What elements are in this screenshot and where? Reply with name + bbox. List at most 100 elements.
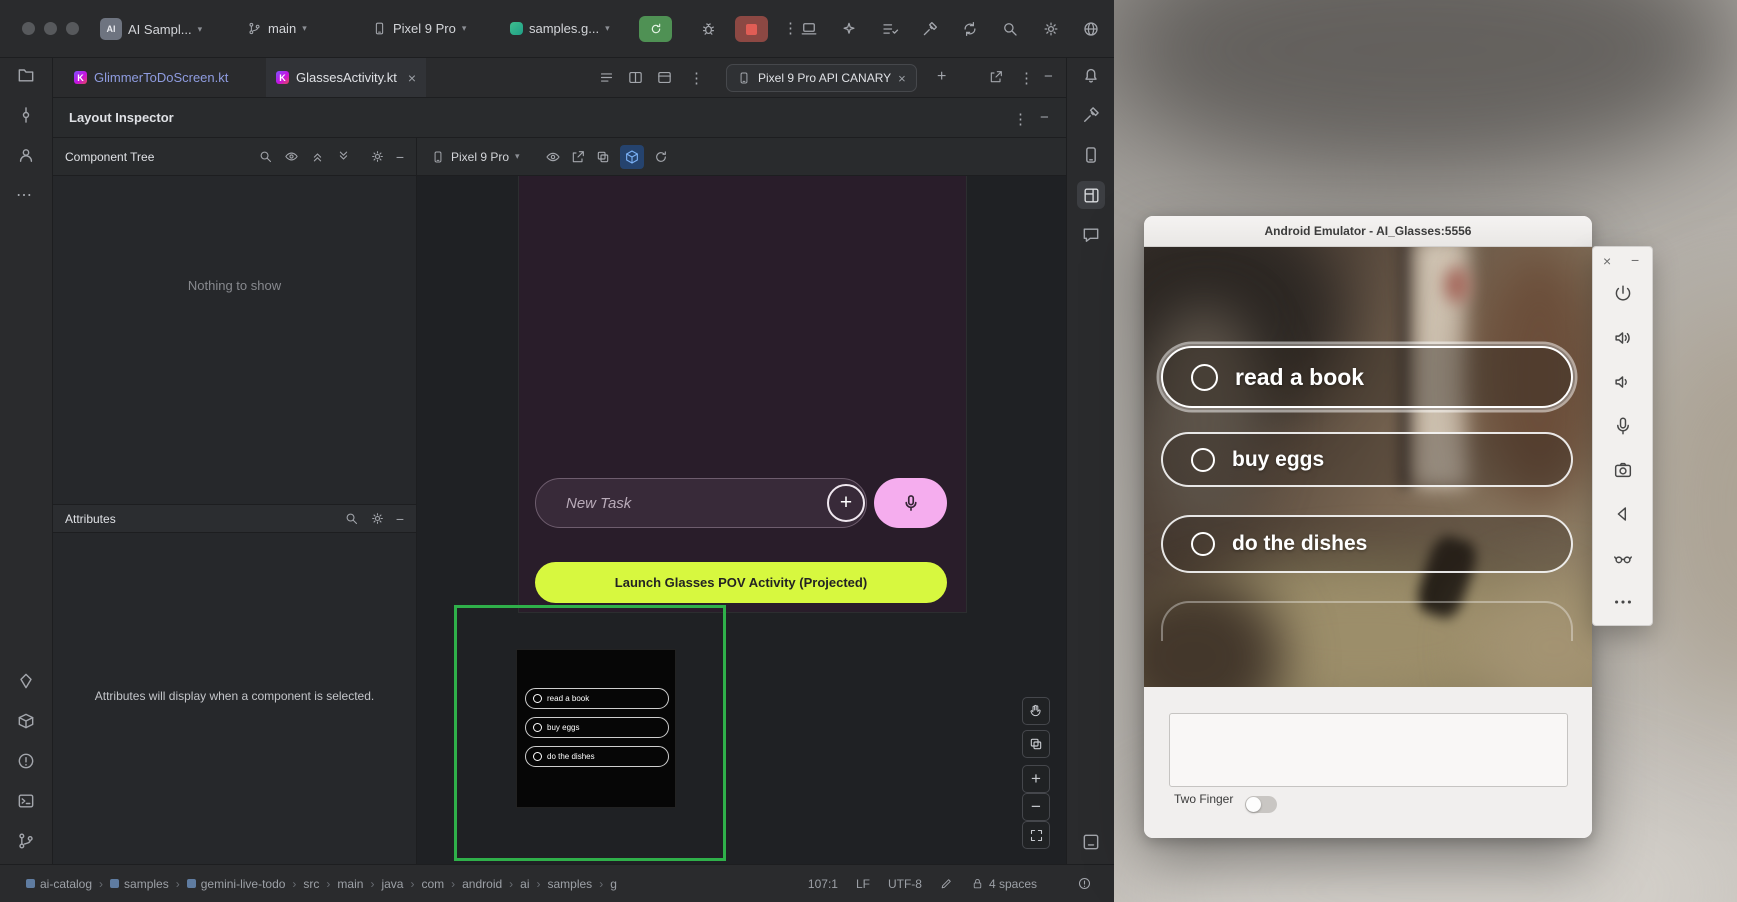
emulator-screen[interactable]: read a book buy eggs do the dishes (1144, 247, 1592, 687)
breadcrumb-item[interactable]: ai (520, 877, 529, 891)
pull-requests-icon[interactable] (16, 145, 36, 165)
zoom-in-button[interactable]: + (1022, 765, 1050, 793)
version-control-icon[interactable] (16, 831, 36, 851)
build-hammer-icon[interactable] (921, 20, 939, 38)
device-render-area[interactable]: New Task + Launch Glasses POV Activity (… (417, 176, 1066, 864)
zoom-out-button[interactable]: − (1022, 793, 1050, 821)
tab-glimmertodoscreen[interactable]: K GlimmerToDoScreen.kt (66, 58, 236, 97)
kebab-menu-icon[interactable]: ⋮ (1019, 69, 1034, 87)
zoom-to-fit-button[interactable] (1022, 821, 1050, 849)
split-view-icon[interactable] (627, 69, 644, 86)
vcs-branch-selector[interactable]: main ▾ (247, 21, 307, 36)
two-finger-toggle[interactable] (1245, 796, 1277, 813)
search-icon[interactable] (1001, 20, 1019, 38)
code-view-icon[interactable] (598, 69, 615, 86)
gear-icon[interactable] (370, 511, 385, 526)
build-variants-icon[interactable] (881, 20, 899, 38)
profile-globe-icon[interactable] (1082, 20, 1100, 38)
breadcrumb-item[interactable]: java (381, 877, 403, 891)
running-devices-icon[interactable] (1081, 832, 1101, 852)
refresh-icon[interactable] (653, 149, 669, 165)
todo-checkbox[interactable] (1191, 532, 1215, 556)
kebab-menu-icon[interactable]: ⋮ (783, 19, 798, 37)
breadcrumb-item[interactable]: gemini-live-todo (187, 877, 286, 891)
close-device-tab-icon[interactable]: × (898, 71, 906, 86)
line-separator-widget[interactable]: LF (856, 877, 870, 891)
phone-screen-render[interactable]: New Task + Launch Glasses POV Activity (… (519, 176, 966, 612)
stop-button[interactable] (735, 16, 768, 42)
chat-icon[interactable] (1081, 225, 1101, 245)
todo-checkbox[interactable] (1191, 448, 1215, 472)
launch-glasses-button[interactable]: Launch Glasses POV Activity (Projected) (535, 562, 947, 603)
close-tab-icon[interactable]: × (408, 70, 416, 86)
notifications-bell-icon[interactable] (1081, 65, 1101, 85)
volume-up-icon[interactable] (1612, 327, 1634, 349)
mic-icon[interactable] (1612, 415, 1634, 437)
pan-tool-button[interactable] (1022, 697, 1050, 725)
dependencies-icon[interactable] (16, 711, 36, 731)
kebab-menu-icon[interactable]: ⋮ (1013, 110, 1028, 128)
encoding-widget[interactable]: UTF-8 (888, 877, 922, 891)
volume-down-icon[interactable] (1612, 371, 1634, 393)
breadcrumb-item[interactable]: ai-catalog (26, 877, 92, 891)
close-icon[interactable]: × (1603, 253, 1611, 269)
project-folder-icon[interactable] (16, 65, 36, 85)
add-task-button[interactable]: + (827, 484, 865, 522)
toggle-overlay-eye-icon[interactable] (545, 149, 561, 165)
minimize-panel-icon[interactable]: − (1040, 109, 1049, 126)
window-zoom-button[interactable] (66, 22, 79, 35)
indent-widget[interactable]: 4 spaces (971, 877, 1037, 891)
todo-item[interactable]: read a book (1161, 346, 1573, 408)
process-selector[interactable]: Pixel 9 Pro ▾ (431, 150, 520, 164)
toggle-3d-mode-button[interactable] (620, 145, 644, 169)
back-icon[interactable] (1612, 503, 1634, 525)
more-options-icon[interactable] (1612, 591, 1634, 613)
layer-spacing-button[interactable] (1022, 730, 1050, 758)
column-mode-icon[interactable] (940, 877, 953, 890)
gradle-icon[interactable] (1081, 105, 1101, 125)
rerun-button[interactable] (639, 16, 672, 42)
layers-icon[interactable] (595, 149, 611, 165)
camera-icon[interactable] (1612, 459, 1634, 481)
device-manager-icon[interactable] (1081, 145, 1101, 165)
commit-icon[interactable] (16, 105, 36, 125)
todo-item[interactable]: buy eggs (1161, 432, 1573, 487)
search-icon[interactable] (344, 511, 359, 526)
breadcrumb-item[interactable]: src (303, 877, 319, 891)
sync-project-icon[interactable] (961, 20, 979, 38)
breadcrumb-item[interactable]: samples (548, 877, 593, 891)
running-device-tab[interactable]: Pixel 9 Pro API CANARY × (726, 64, 917, 92)
tab-glassesactivity[interactable]: K GlassesActivity.kt × (266, 58, 426, 97)
problems-icon[interactable] (16, 751, 36, 771)
window-minimize-button[interactable] (44, 22, 57, 35)
settings-gear-icon[interactable] (1042, 20, 1060, 38)
inspections-widget-icon[interactable] (1077, 876, 1092, 891)
open-in-window-icon[interactable] (988, 69, 1004, 85)
breadcrumb-item[interactable]: g (610, 877, 617, 891)
design-view-icon[interactable] (656, 69, 673, 86)
hide-panel-icon[interactable]: − (396, 511, 404, 527)
gemini-assistant-icon[interactable] (840, 20, 858, 38)
voice-input-button[interactable] (874, 478, 947, 528)
more-tool-windows-icon[interactable]: ⋯ (16, 185, 32, 205)
breadcrumb-item[interactable]: android (462, 877, 502, 891)
device-selector[interactable]: Pixel 9 Pro ▾ (372, 21, 466, 36)
project-selector[interactable]: AI AI Sampl... ▾ (100, 18, 202, 40)
debug-button[interactable] (700, 20, 717, 37)
kebab-menu-icon[interactable]: ⋮ (689, 69, 704, 87)
layout-inspector-tool-button[interactable] (1077, 181, 1105, 209)
minimize-icon[interactable]: − (1631, 252, 1639, 268)
todo-item[interactable]: do the dishes (1161, 515, 1573, 573)
whats-new-icon[interactable] (16, 671, 36, 691)
breadcrumb-item[interactable]: com (421, 877, 444, 891)
breadcrumb-item[interactable]: main (337, 877, 363, 891)
new-task-input[interactable]: New Task (535, 478, 867, 528)
glasses-icon[interactable] (1612, 547, 1634, 569)
terminal-icon[interactable] (16, 791, 36, 811)
snapshot-export-icon[interactable] (570, 149, 586, 165)
run-configuration-selector[interactable]: samples.g... ▾ (510, 21, 610, 36)
glasses-touchpad-area[interactable] (1169, 713, 1568, 787)
emulator-title-bar[interactable]: Android Emulator - AI_Glasses:5556 (1144, 216, 1592, 247)
minimize-panel-icon[interactable]: − (1044, 68, 1053, 85)
power-icon[interactable] (1612, 283, 1634, 305)
